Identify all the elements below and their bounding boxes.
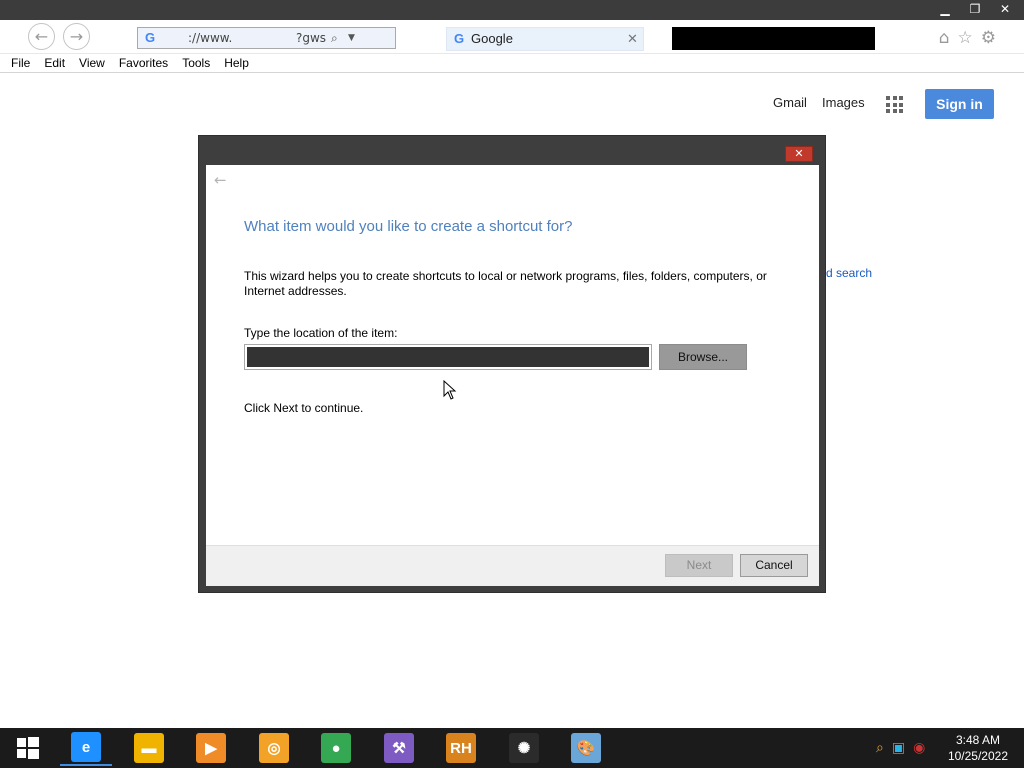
chrome-icon: ●: [321, 733, 351, 763]
images-link[interactable]: Images: [822, 95, 865, 110]
favorites-star-icon[interactable]: ☆: [958, 28, 973, 48]
clock-date: 10/25/2022: [947, 749, 1008, 763]
browser-tool-icons: ⌂ ☆ ⚙: [939, 28, 996, 48]
taskbar-item-rh-app[interactable]: RH: [435, 730, 487, 766]
notification-tray-icon[interactable]: ▣: [892, 740, 905, 756]
taskbar-item-file-explorer[interactable]: ▬: [123, 730, 175, 766]
uc-browser-icon: ◎: [259, 733, 289, 763]
mouse-cursor-icon: [443, 380, 457, 400]
location-input-value: [247, 347, 649, 367]
search-icon[interactable]: ⌕: [331, 28, 338, 48]
taskbar-item-chrome[interactable]: ●: [310, 730, 362, 766]
wizard-heading: What item would you like to create a sho…: [244, 218, 573, 235]
paint-palette-icon: 🎨: [571, 733, 601, 763]
settings-gear-icon[interactable]: ⚙: [981, 28, 996, 48]
close-window-button[interactable]: ✕: [990, 0, 1020, 18]
google-favicon-icon: G: [144, 30, 156, 45]
taskbar-item-media-player[interactable]: ▶: [185, 730, 237, 766]
menu-help[interactable]: Help: [217, 54, 256, 72]
menu-file[interactable]: File: [4, 54, 37, 72]
back-arrow-icon: ←: [34, 27, 49, 46]
color-wheel-icon: ✺: [509, 733, 539, 763]
menu-view[interactable]: View: [72, 54, 112, 72]
status-tray-icon[interactable]: ◉: [913, 740, 925, 756]
create-shortcut-dialog: ✕ ← What item would you like to create a…: [198, 135, 826, 593]
google-favicon-icon: G: [453, 31, 465, 46]
menu-bar: File Edit View Favorites Tools Help: [0, 54, 1024, 73]
advanced-search-link[interactable]: d search: [826, 266, 872, 280]
chevron-down-icon[interactable]: ▼: [348, 28, 355, 48]
taskbar-item-visual-studio[interactable]: ⚒: [373, 730, 425, 766]
clock-time: 3:48 AM: [955, 733, 1000, 747]
taskbar-clock[interactable]: 3:48 AM 10/25/2022: [948, 732, 1008, 764]
wizard-description: This wizard helps you to create shortcut…: [244, 269, 767, 298]
system-tray: ⌕ ▣ ◉: [876, 740, 925, 756]
taskbar: e ▬ ▶ ◎ ● ⚒ RH ✺ 🎨 ⌕ ▣ ◉ 3:48 AM 10/25/2022: [0, 728, 1024, 768]
windows-logo-icon: [17, 737, 39, 759]
restore-button[interactable]: ❐: [960, 0, 990, 18]
redacted-region: [672, 27, 875, 50]
back-arrow-icon[interactable]: ←: [214, 171, 227, 189]
dialog-close-button[interactable]: ✕: [785, 146, 813, 162]
internet-explorer-icon: e: [71, 732, 101, 762]
menu-edit[interactable]: Edit: [37, 54, 72, 72]
taskbar-item-paint-palette[interactable]: 🎨: [560, 730, 612, 766]
dialog-footer: Next Cancel: [206, 545, 819, 586]
rh-app-icon: RH: [446, 733, 476, 763]
tab-close-icon[interactable]: ✕: [627, 28, 638, 50]
sign-in-button[interactable]: Sign in: [925, 89, 994, 119]
home-icon[interactable]: ⌂: [939, 28, 950, 48]
search-tray-icon[interactable]: ⌕: [876, 740, 884, 756]
media-player-icon: ▶: [196, 733, 226, 763]
start-button[interactable]: [2, 730, 54, 766]
continue-hint: Click Next to continue.: [244, 401, 364, 415]
window-titlebar: ▁ ❐ ✕: [0, 0, 1024, 20]
address-suffix: ?gws: [296, 31, 327, 45]
taskbar-item-color-wheel[interactable]: ✺: [498, 730, 550, 766]
visual-studio-icon: ⚒: [384, 733, 414, 763]
dialog-body: ← What item would you like to create a s…: [206, 165, 819, 586]
forward-button[interactable]: →: [63, 23, 90, 50]
taskbar-item-uc-browser[interactable]: ◎: [248, 730, 300, 766]
address-text: ://www.: [188, 31, 233, 45]
address-bar[interactable]: G ://www. ?gws ⌕ ▼: [137, 27, 396, 49]
tab-title: Google: [471, 31, 513, 46]
location-input[interactable]: [244, 344, 652, 370]
taskbar-item-internet-explorer[interactable]: e: [60, 730, 112, 766]
location-label: Type the location of the item:: [244, 326, 398, 340]
browse-button[interactable]: Browse...: [659, 344, 747, 370]
menu-tools[interactable]: Tools: [175, 54, 217, 72]
tab-google[interactable]: G Google ✕: [446, 27, 644, 51]
next-button[interactable]: Next: [665, 554, 733, 577]
forward-arrow-icon: →: [69, 27, 84, 46]
menu-favorites[interactable]: Favorites: [112, 54, 175, 72]
apps-grid-icon[interactable]: [886, 96, 903, 113]
cancel-button[interactable]: Cancel: [740, 554, 808, 577]
back-button[interactable]: ←: [28, 23, 55, 50]
window-controls: ▁ ❐ ✕: [930, 0, 1020, 20]
file-explorer-icon: ▬: [134, 733, 164, 763]
gmail-link[interactable]: Gmail: [773, 95, 807, 110]
navigation-bar: ← → G ://www. ?gws ⌕ ▼ G Google ✕: [0, 20, 1024, 54]
minimize-button[interactable]: ▁: [930, 0, 960, 18]
